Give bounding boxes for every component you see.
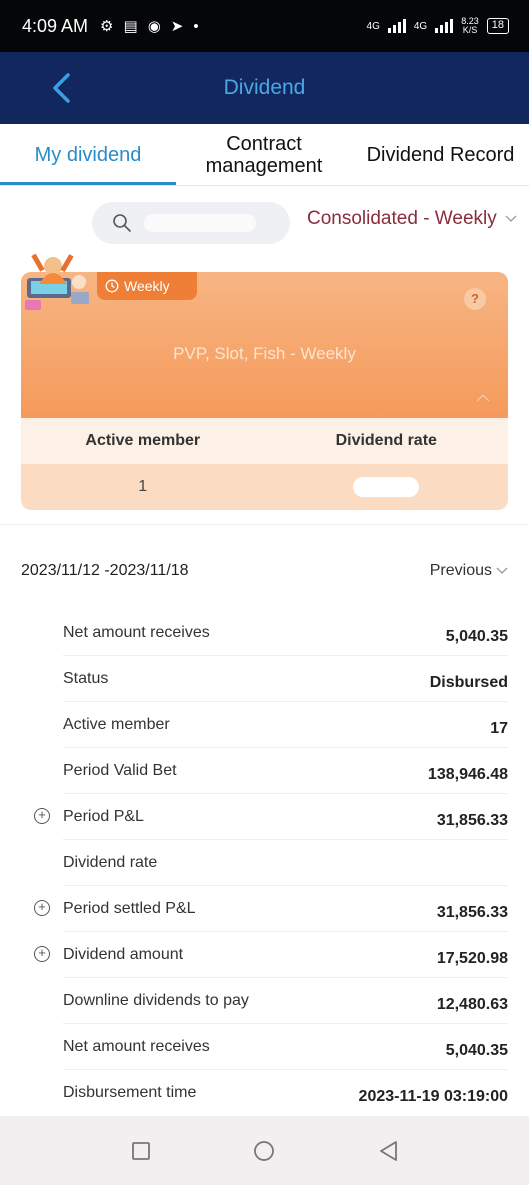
- status-bar: 4:09 AM ⚙ ▤ ◉ ➤ • 4G 4G 8.23 K/S 18: [0, 0, 529, 52]
- back-triangle-icon[interactable]: [378, 1140, 398, 1162]
- recents-square-icon[interactable]: [131, 1141, 151, 1161]
- net-speed: 8.23 K/S: [461, 16, 479, 35]
- expand-plus-icon[interactable]: +: [34, 808, 50, 824]
- detail-row-status: Status Disbursed: [63, 656, 508, 702]
- filter-row: Consolidated - Weekly: [0, 200, 529, 248]
- card-subtitle: PVP, Slot, Fish - Weekly: [173, 344, 356, 363]
- agent-illustration-icon: [25, 253, 89, 310]
- home-circle-icon[interactable]: [253, 1140, 275, 1162]
- expand-plus-icon[interactable]: +: [34, 900, 50, 916]
- detail-label: Downline dividends to pay: [63, 991, 249, 1009]
- search-box[interactable]: [92, 202, 290, 244]
- detail-value: 138,946.48: [427, 765, 508, 783]
- detail-label: Period P&L: [63, 807, 144, 825]
- detail-label: Status: [63, 669, 109, 687]
- tab-bar: My dividend Contract management Dividend…: [0, 124, 529, 186]
- search-icon: [113, 214, 131, 232]
- signal-icon-1: [387, 19, 406, 33]
- period-range: 2023/11/12 -2023/11/18: [21, 562, 189, 579]
- chevron-up-icon[interactable]: [476, 392, 490, 402]
- card-table-header: Active member Dividend rate: [21, 418, 508, 464]
- network-label-1: 4G: [366, 20, 380, 32]
- status-right: 4G 4G 8.23 K/S 18: [367, 17, 509, 35]
- detail-value: 5,040.35: [445, 1041, 508, 1059]
- back-arrow-icon[interactable]: [44, 70, 80, 106]
- battery-icon: 18: [486, 18, 509, 34]
- detail-value: 2023-11-19 03:19:00: [358, 1088, 508, 1105]
- detail-value: 17,520.98: [436, 949, 508, 967]
- detail-row-downline-dividends: Downline dividends to pay 12,480.63: [63, 978, 508, 1024]
- dot-icon: •: [193, 17, 199, 35]
- telegram-icon: ➤: [170, 18, 184, 35]
- dividend-rate-value: [265, 464, 509, 510]
- weekly-badge: Weekly: [97, 272, 197, 300]
- weekly-badge-label: Weekly: [124, 278, 170, 294]
- detail-row-active-member: Active member 17: [63, 702, 508, 748]
- status-notification-icons: ⚙ ▤ ◉ ➤ •: [100, 17, 199, 36]
- dividend-details-list: Net amount receives 5,040.35 Status Disb…: [0, 610, 529, 1116]
- section-divider: [0, 524, 529, 525]
- active-member-value: 1: [138, 478, 148, 495]
- chevron-down-icon: [496, 567, 508, 574]
- detail-row-disbursement-time: Disbursement time 2023-11-19 03:19:00: [63, 1070, 508, 1116]
- period-type-label: Consolidated - Weekly: [307, 208, 497, 229]
- detail-row-valid-bet: Period Valid Bet 138,946.48: [63, 748, 508, 794]
- detail-label: Dividend rate: [63, 853, 158, 871]
- main-content: Consolidated - Weekly Weekly ? PVP, Slot…: [0, 186, 529, 1116]
- help-icon[interactable]: ?: [464, 288, 486, 310]
- expand-plus-icon[interactable]: +: [34, 946, 50, 962]
- signal-icon-2: [435, 19, 454, 33]
- detail-label: Active member: [63, 715, 170, 733]
- app-bar: Dividend: [0, 52, 529, 124]
- detail-value: 31,856.33: [436, 903, 508, 921]
- detail-value: Disbursed: [429, 673, 508, 691]
- tab-my-dividend[interactable]: My dividend: [0, 124, 176, 185]
- detail-value: 12,480.63: [436, 995, 508, 1013]
- clock-icon: [105, 279, 119, 293]
- tab-dividend-record[interactable]: Dividend Record: [352, 124, 529, 185]
- detail-label: Net amount receives: [63, 623, 210, 641]
- tab-contract-management[interactable]: Contract management: [176, 124, 352, 185]
- period-type-dropdown[interactable]: Consolidated - Weekly: [307, 208, 517, 230]
- detail-label: Period Valid Bet: [63, 761, 177, 779]
- detail-row-net-amount: Net amount receives 5,040.35: [63, 610, 508, 656]
- page-title: Dividend: [223, 76, 306, 99]
- detail-value: 17: [490, 719, 508, 737]
- detail-label: Disbursement time: [63, 1084, 197, 1101]
- detail-value: 5,040.35: [445, 627, 508, 645]
- status-time: 4:09 AM: [22, 15, 89, 36]
- detail-row-period-pl[interactable]: + Period P&L 31,856.33: [34, 794, 508, 840]
- detail-label: Net amount receives: [63, 1037, 210, 1055]
- detail-row-settled-pl[interactable]: + Period settled P&L 31,856.33: [34, 886, 508, 932]
- detail-row-net-amount-2: Net amount receives 5,040.35: [63, 1024, 508, 1070]
- redacted-search-text: [144, 214, 256, 232]
- detail-label: Period settled P&L: [63, 899, 196, 917]
- active-member-header: Active member: [85, 432, 201, 449]
- messenger-icon: ◉: [147, 18, 161, 35]
- detail-row-dividend-amount[interactable]: + Dividend amount 17,520.98: [34, 932, 508, 978]
- detail-row-dividend-rate: Dividend rate: [63, 840, 508, 886]
- notes-icon: ▤: [123, 18, 138, 35]
- previous-period-dropdown[interactable]: Previous: [430, 562, 508, 580]
- network-label-2: 4G: [413, 20, 428, 32]
- dividend-rate-header: Dividend rate: [335, 432, 437, 449]
- detail-label: Dividend amount: [63, 945, 184, 963]
- card-table-row: 1: [21, 464, 508, 510]
- system-nav-bar: [0, 1116, 529, 1185]
- previous-label: Previous: [429, 562, 492, 579]
- detail-value: 31,856.33: [436, 811, 508, 829]
- chevron-down-icon: [505, 215, 517, 222]
- settings-gear-icon: ⚙: [100, 18, 114, 35]
- redacted-rate: [353, 477, 420, 497]
